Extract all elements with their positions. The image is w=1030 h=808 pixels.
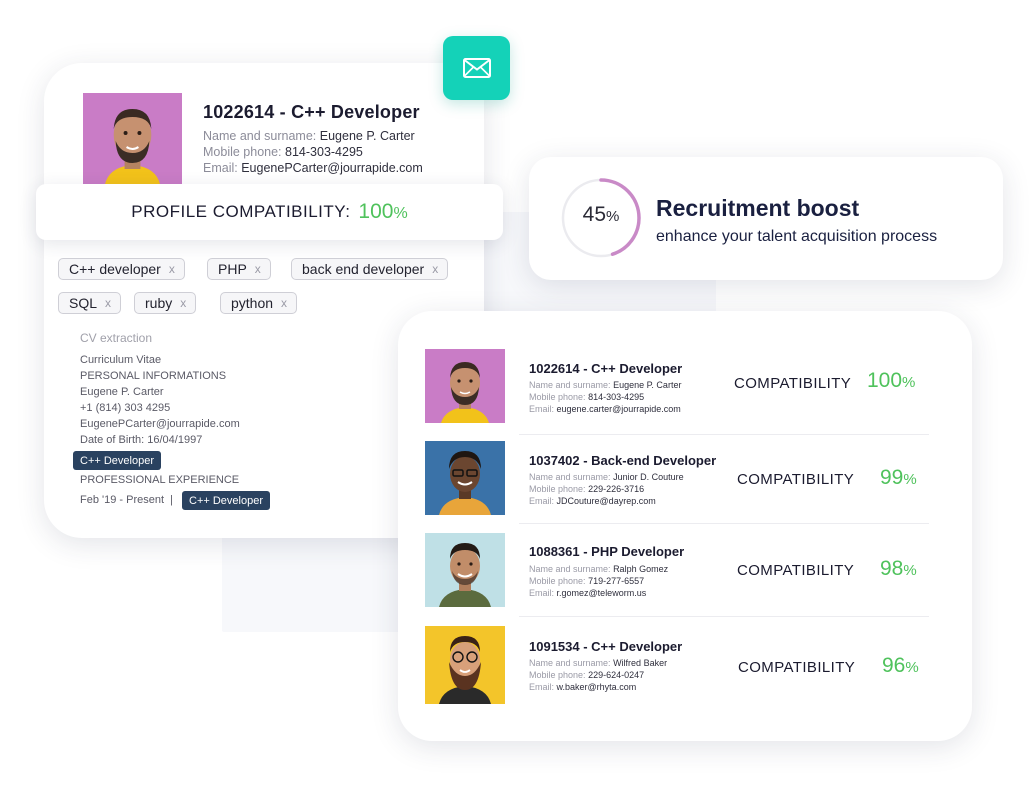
- compatibility-value: 98%: [880, 557, 917, 580]
- candidate-name-line: Name and surname: Wilfred Baker: [529, 658, 668, 668]
- candidate-title[interactable]: 1091534 - C++ Developer: [529, 639, 682, 654]
- candidate-name-line: Name and surname: Ralph Gomez: [529, 564, 669, 574]
- compatibility-label: COMPATIBILITY: [737, 471, 855, 488]
- compatibility-label: COMPATIBILITY: [734, 375, 852, 392]
- skill-tag[interactable]: C++ developer x: [58, 258, 185, 280]
- compatibility-value: 96%: [882, 654, 919, 677]
- phone-value: 814-303-4295: [285, 145, 363, 159]
- cv-extraction-header: CV extraction: [80, 331, 153, 345]
- remove-icon[interactable]: x: [105, 296, 111, 310]
- remove-icon[interactable]: x: [180, 296, 186, 310]
- name-label: Name and surname:: [203, 129, 317, 143]
- remove-icon[interactable]: x: [281, 296, 287, 310]
- compatibility-label: COMPATIBILITY: [737, 562, 855, 579]
- skill-label: SQL: [69, 295, 98, 311]
- envelope-icon: [462, 58, 491, 78]
- candidate-phone-line: Mobile phone: 229-226-3716: [529, 484, 645, 494]
- boost-title: Recruitment boost: [656, 195, 860, 221]
- profile-compatibility-bar: PROFILE COMPATIBILITY: 100%: [36, 184, 503, 240]
- row-divider: [519, 523, 929, 524]
- skill-tag[interactable]: back end developer x: [291, 258, 449, 280]
- candidate-name-line: Name and surname: Junior D. Couture: [529, 472, 684, 482]
- candidate-phone-line: Mobile phone: 229-624-0247: [529, 670, 645, 680]
- cv-line: Date of Birth: 16/04/1997: [80, 434, 203, 446]
- compatibility-value: 99%: [880, 466, 917, 489]
- row-divider: [519, 616, 929, 617]
- skill-tag[interactable]: SQL x: [58, 292, 122, 314]
- cv-role-chip: C++ Developer: [182, 491, 270, 510]
- cv-line: PERSONAL INFORMATIONS: [80, 370, 227, 382]
- name-value: Eugene P. Carter: [319, 129, 415, 143]
- skill-label: ruby: [145, 295, 173, 311]
- boost-subtitle: enhance your talent acquisition process: [656, 228, 938, 245]
- phone-label: Mobile phone:: [203, 145, 282, 159]
- cv-line: Eugene P. Carter: [80, 386, 164, 398]
- candidate-avatar: [425, 626, 505, 704]
- profile-avatar: [83, 93, 182, 185]
- cv-skill-chip: C++ Developer: [73, 451, 161, 470]
- candidate-phone-line: Mobile phone: 719-277-6557: [529, 576, 645, 586]
- row-divider: [519, 434, 929, 435]
- candidate-phone-line: Mobile phone: 814-303-4295: [529, 392, 645, 402]
- candidate-email-line: Email: JDCouture@dayrep.com: [529, 496, 656, 506]
- profile-email-line: Email: EugenePCarter@jourrapide.com: [203, 161, 423, 175]
- candidate-email-line: Email: w.baker@rhyta.com: [529, 682, 637, 692]
- mail-button[interactable]: [443, 36, 510, 100]
- candidate-title[interactable]: 1088361 - PHP Developer: [529, 544, 684, 559]
- boost-value: 45%: [582, 203, 620, 226]
- remove-icon[interactable]: x: [255, 262, 261, 276]
- candidate-title[interactable]: 1022614 - C++ Developer: [529, 361, 682, 376]
- email-label: Email:: [203, 161, 238, 175]
- skill-label: python: [231, 295, 274, 311]
- skill-label: PHP: [218, 261, 247, 277]
- profile-phone-line: Mobile phone: 814-303-4295: [203, 145, 363, 159]
- cv-period: Feb '19 - Present |: [80, 494, 174, 506]
- profile-name-line: Name and surname: Eugene P. Carter: [203, 129, 415, 143]
- compatibility-label: PROFILE COMPATIBILITY:: [131, 202, 351, 221]
- compatibility-label: COMPATIBILITY: [738, 659, 856, 676]
- email-value: EugenePCarter@jourrapide.com: [241, 161, 423, 175]
- candidate-email-line: Email: eugene.carter@jourrapide.com: [529, 404, 681, 414]
- remove-icon[interactable]: x: [432, 262, 438, 276]
- cv-line: +1 (814) 303 4295: [80, 402, 171, 414]
- candidate-avatar: [425, 533, 505, 607]
- skill-tag[interactable]: python x: [220, 292, 298, 314]
- cv-line: Curriculum Vitae: [80, 354, 162, 366]
- profile-title: 1022614 - C++ Developer: [203, 102, 420, 122]
- compatibility-value: 100%: [867, 369, 916, 392]
- skill-label: C++ developer: [69, 261, 161, 277]
- candidate-name-line: Name and surname: Eugene P. Carter: [529, 380, 682, 390]
- skill-label: back end developer: [302, 261, 425, 277]
- candidate-avatar: [425, 441, 505, 515]
- skill-tag[interactable]: ruby x: [134, 292, 197, 314]
- candidate-email-line: Email: r.gomez@teleworm.us: [529, 588, 647, 598]
- candidate-title[interactable]: 1037402 - Back-end Developer: [529, 453, 716, 468]
- cv-experience-header: PROFESSIONAL EXPERIENCE: [80, 474, 240, 486]
- cv-line: EugenePCarter@jourrapide.com: [80, 418, 240, 430]
- compatibility-value: 100%: [358, 200, 408, 223]
- remove-icon[interactable]: x: [169, 262, 175, 276]
- skill-tag[interactable]: PHP x: [207, 258, 271, 280]
- candidate-avatar: [425, 349, 505, 423]
